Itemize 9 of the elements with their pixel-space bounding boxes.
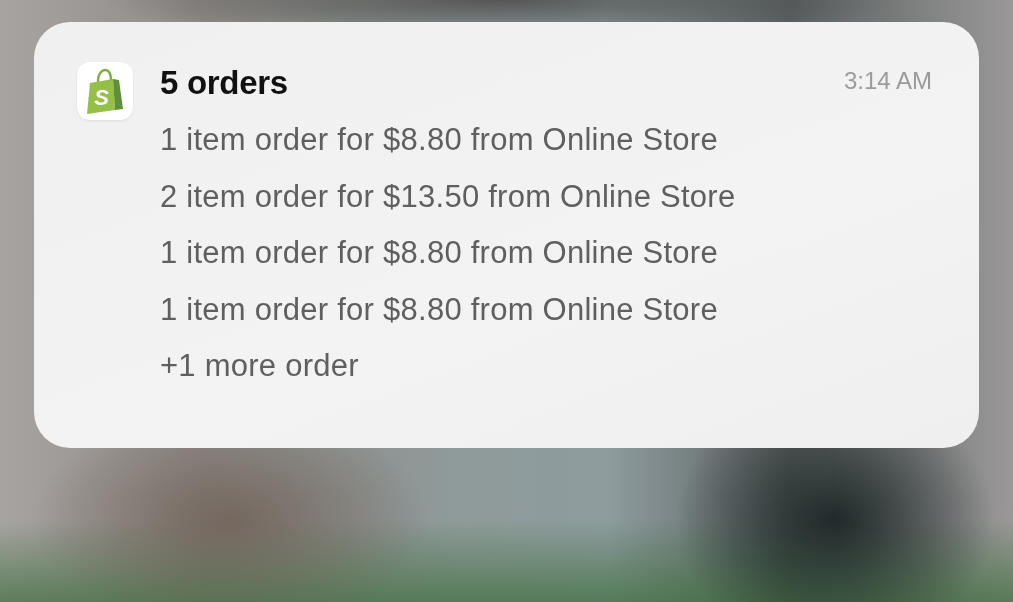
order-line: +1 more order — [160, 347, 359, 385]
order-line: 2 item order for $13.50 from Online Store — [160, 177, 736, 216]
notification-title: 5 orders — [160, 64, 288, 102]
order-line: 1 item order for $8.80 from Online Store — [160, 290, 718, 329]
notification-time: 3:14 AM — [843, 67, 932, 95]
order-line: 1 item order for $8.80 from Online Store — [160, 234, 718, 272]
order-line: 1 item order for $8.80 from Online Store — [160, 121, 718, 159]
notification-card[interactable]: S 5 orders 3:14 AM 1 item order for $8.80 from Online Store 2 item order for $13.50 from Online Store 1 item order for $8.80 from Online Store 1 item order for $8.80 from Online Store +1 more order — [34, 22, 979, 448]
shopping-bag-icon: S — [77, 62, 133, 120]
